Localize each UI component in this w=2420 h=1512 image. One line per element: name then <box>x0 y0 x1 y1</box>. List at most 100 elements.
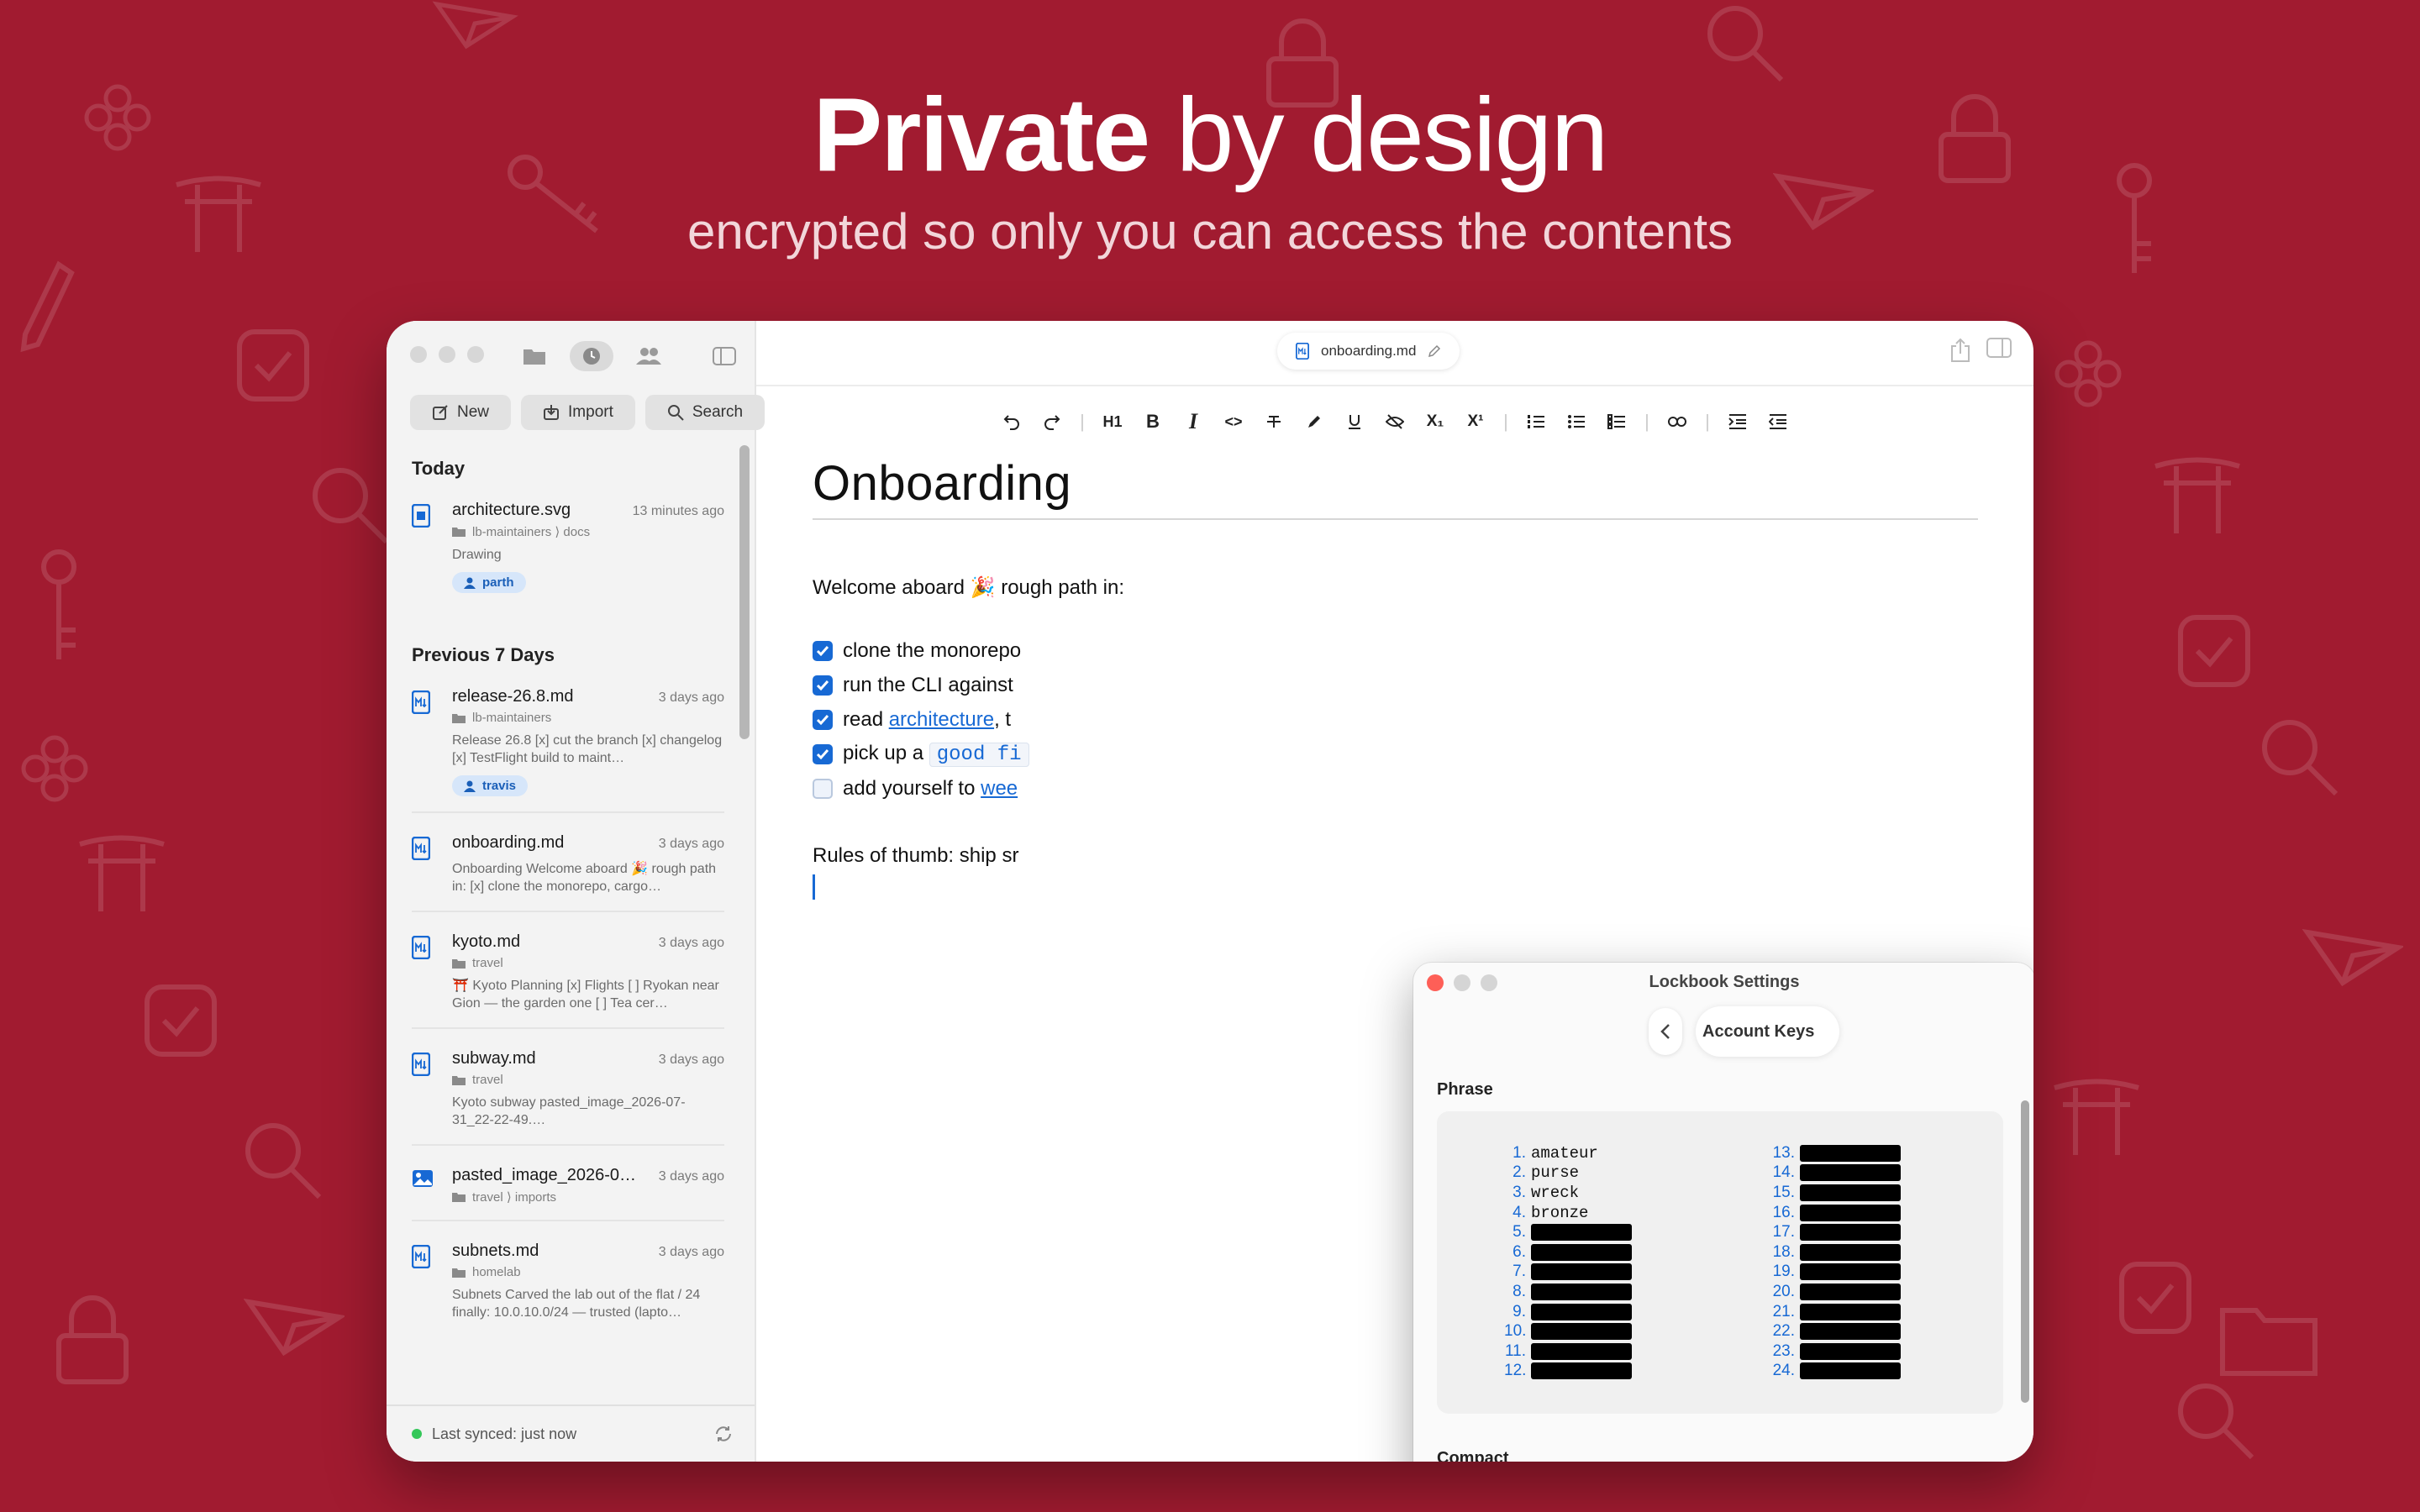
app-window: New Import Search Today architecture.svg… <box>387 321 2033 1462</box>
checkbox-checked[interactable] <box>813 675 833 696</box>
subscript-button[interactable]: X₁ <box>1415 405 1455 438</box>
phrase-word-redacted: 19. <box>1770 1263 1901 1283</box>
rename-pencil-icon[interactable] <box>1428 344 1441 358</box>
redaction-bar <box>1531 1283 1632 1300</box>
file-drawing-icon <box>412 504 430 528</box>
bold-button[interactable]: B <box>1133 405 1173 438</box>
checkbox-checked[interactable] <box>813 743 833 764</box>
weekly-link[interactable]: wee <box>981 777 1018 800</box>
hero-title: Private by design <box>0 76 2420 196</box>
folder-view-button[interactable] <box>513 341 556 371</box>
checklist-item: add yourself to wee <box>813 771 1978 806</box>
close-window-button[interactable] <box>410 346 427 363</box>
search-button[interactable]: Search <box>644 395 765 430</box>
folder-icon <box>452 1075 466 1085</box>
new-button[interactable]: New <box>410 395 512 430</box>
document-body[interactable]: Onboarding Welcome aboard 🎉 rough path i… <box>813 455 1978 900</box>
redaction-bar <box>1800 1283 1901 1300</box>
word-number: 18. <box>1772 1242 1795 1261</box>
file-item-kyoto[interactable]: kyoto.md 3 days ago travel ⛩️ Kyoto Plan… <box>387 924 743 1027</box>
sidebar-toggle-button[interactable] <box>709 343 739 370</box>
highlight-button[interactable] <box>1294 405 1334 438</box>
file-time: 3 days ago <box>658 690 724 705</box>
redaction-bar <box>1800 1243 1901 1261</box>
checkbox-checked[interactable] <box>813 640 833 661</box>
link-button[interactable] <box>1657 405 1697 438</box>
shared-view-button[interactable] <box>627 341 671 371</box>
redaction-bar <box>1531 1263 1632 1281</box>
undo-button[interactable] <box>992 405 1032 438</box>
file-preview: Release 26.8 [x] cut the branch [x] chan… <box>452 733 723 765</box>
checklist-text: pick up a good fi <box>843 742 1029 767</box>
sync-icon[interactable] <box>714 1425 733 1443</box>
file-item-onboarding[interactable]: onboarding.md 3 days ago Onboarding Welc… <box>387 825 743 911</box>
document-tab[interactable]: onboarding.md <box>1277 333 1460 370</box>
share-tag[interactable]: travis <box>452 775 529 796</box>
italic-button[interactable]: I <box>1173 405 1213 438</box>
dialog-scrollbar-thumb[interactable] <box>2021 1100 2029 1403</box>
word-number: 1. <box>1512 1143 1526 1162</box>
checkbox-icon <box>2119 1262 2191 1334</box>
back-button[interactable] <box>1649 1008 1682 1055</box>
checklist-button[interactable] <box>1597 405 1637 438</box>
phrase-column-right: 13. 14. 15. 16. 17. 18. 19. 20. 21. 22. … <box>1770 1143 1901 1381</box>
phrase-word-redacted: 21. <box>1770 1302 1901 1322</box>
import-button[interactable]: Import <box>521 395 635 430</box>
divider <box>412 1027 724 1029</box>
redaction-bar <box>1800 1263 1901 1281</box>
bullet-list-button[interactable] <box>1556 405 1597 438</box>
eye-slash-icon <box>1386 414 1404 429</box>
indent-button[interactable] <box>1718 405 1758 438</box>
search-icon <box>2178 1383 2254 1460</box>
minimize-window-button[interactable] <box>439 346 455 363</box>
file-item-subnets[interactable]: subnets.md 3 days ago homelab Subnets Ca… <box>387 1233 743 1336</box>
redo-button[interactable] <box>1032 405 1072 438</box>
file-path-text: travel <box>472 956 503 970</box>
redaction-bar <box>1800 1303 1901 1320</box>
underline-button[interactable] <box>1334 405 1375 438</box>
toolbar-separator: | <box>1503 411 1508 432</box>
file-markdown-icon <box>412 936 430 959</box>
search-icon <box>313 468 389 544</box>
file-item-pasted-image[interactable]: pasted_image_2026-0… 3 days ago travel ⟩… <box>387 1158 743 1220</box>
checkbox-checked[interactable] <box>813 709 833 730</box>
file-item-subway[interactable]: subway.md 3 days ago travel Kyoto subway… <box>387 1041 743 1144</box>
checklist-item: read architecture, t <box>813 702 1978 737</box>
undo-icon <box>1003 415 1019 430</box>
architecture-link[interactable]: architecture <box>889 708 994 731</box>
sidebar-scrollbar[interactable] <box>739 445 750 739</box>
share-tag[interactable]: parth <box>452 572 526 593</box>
word-number: 5. <box>1512 1223 1526 1242</box>
inspector-toggle-icon[interactable] <box>1986 338 2012 358</box>
numbered-list-button[interactable] <box>1516 405 1556 438</box>
recents-view-button[interactable] <box>570 341 613 371</box>
file-item-release[interactable]: release-26.8.md 3 days ago lb-maintainer… <box>387 679 743 811</box>
folder-icon <box>452 1193 466 1202</box>
zoom-window-button[interactable] <box>467 346 484 363</box>
checklist-text: add yourself to wee <box>843 777 1018 801</box>
folder-icon <box>452 528 466 537</box>
spoiler-button[interactable] <box>1375 405 1415 438</box>
torii-icon <box>2154 457 2240 533</box>
strikethrough-button[interactable] <box>1254 405 1294 438</box>
compose-icon <box>433 405 448 420</box>
flower-icon <box>21 735 88 802</box>
pencil-icon <box>20 260 75 353</box>
dialog-page-title: Account Keys <box>1696 1006 1840 1057</box>
hero-subtitle: encrypted so only you can access the con… <box>687 202 1733 260</box>
file-item-architecture[interactable]: architecture.svg 13 minutes ago lb-maint… <box>387 492 743 608</box>
file-path-text: travel <box>472 1073 503 1087</box>
heading-button[interactable]: H1 <box>1092 405 1133 438</box>
word-number: 14. <box>1772 1163 1795 1182</box>
word-number: 19. <box>1772 1263 1795 1281</box>
torii-icon <box>2054 1079 2139 1155</box>
redaction-bar <box>1531 1224 1632 1242</box>
code-button[interactable]: <> <box>1213 405 1254 438</box>
checkbox-unchecked[interactable] <box>813 778 833 799</box>
outdent-button[interactable] <box>1758 405 1798 438</box>
document-tab-label: onboarding.md <box>1321 343 1417 359</box>
word-number: 6. <box>1512 1242 1526 1261</box>
share-icon[interactable] <box>1949 338 1971 363</box>
dialog-scrollbar[interactable] <box>2020 1075 2030 1462</box>
superscript-button[interactable]: X¹ <box>1455 405 1496 438</box>
